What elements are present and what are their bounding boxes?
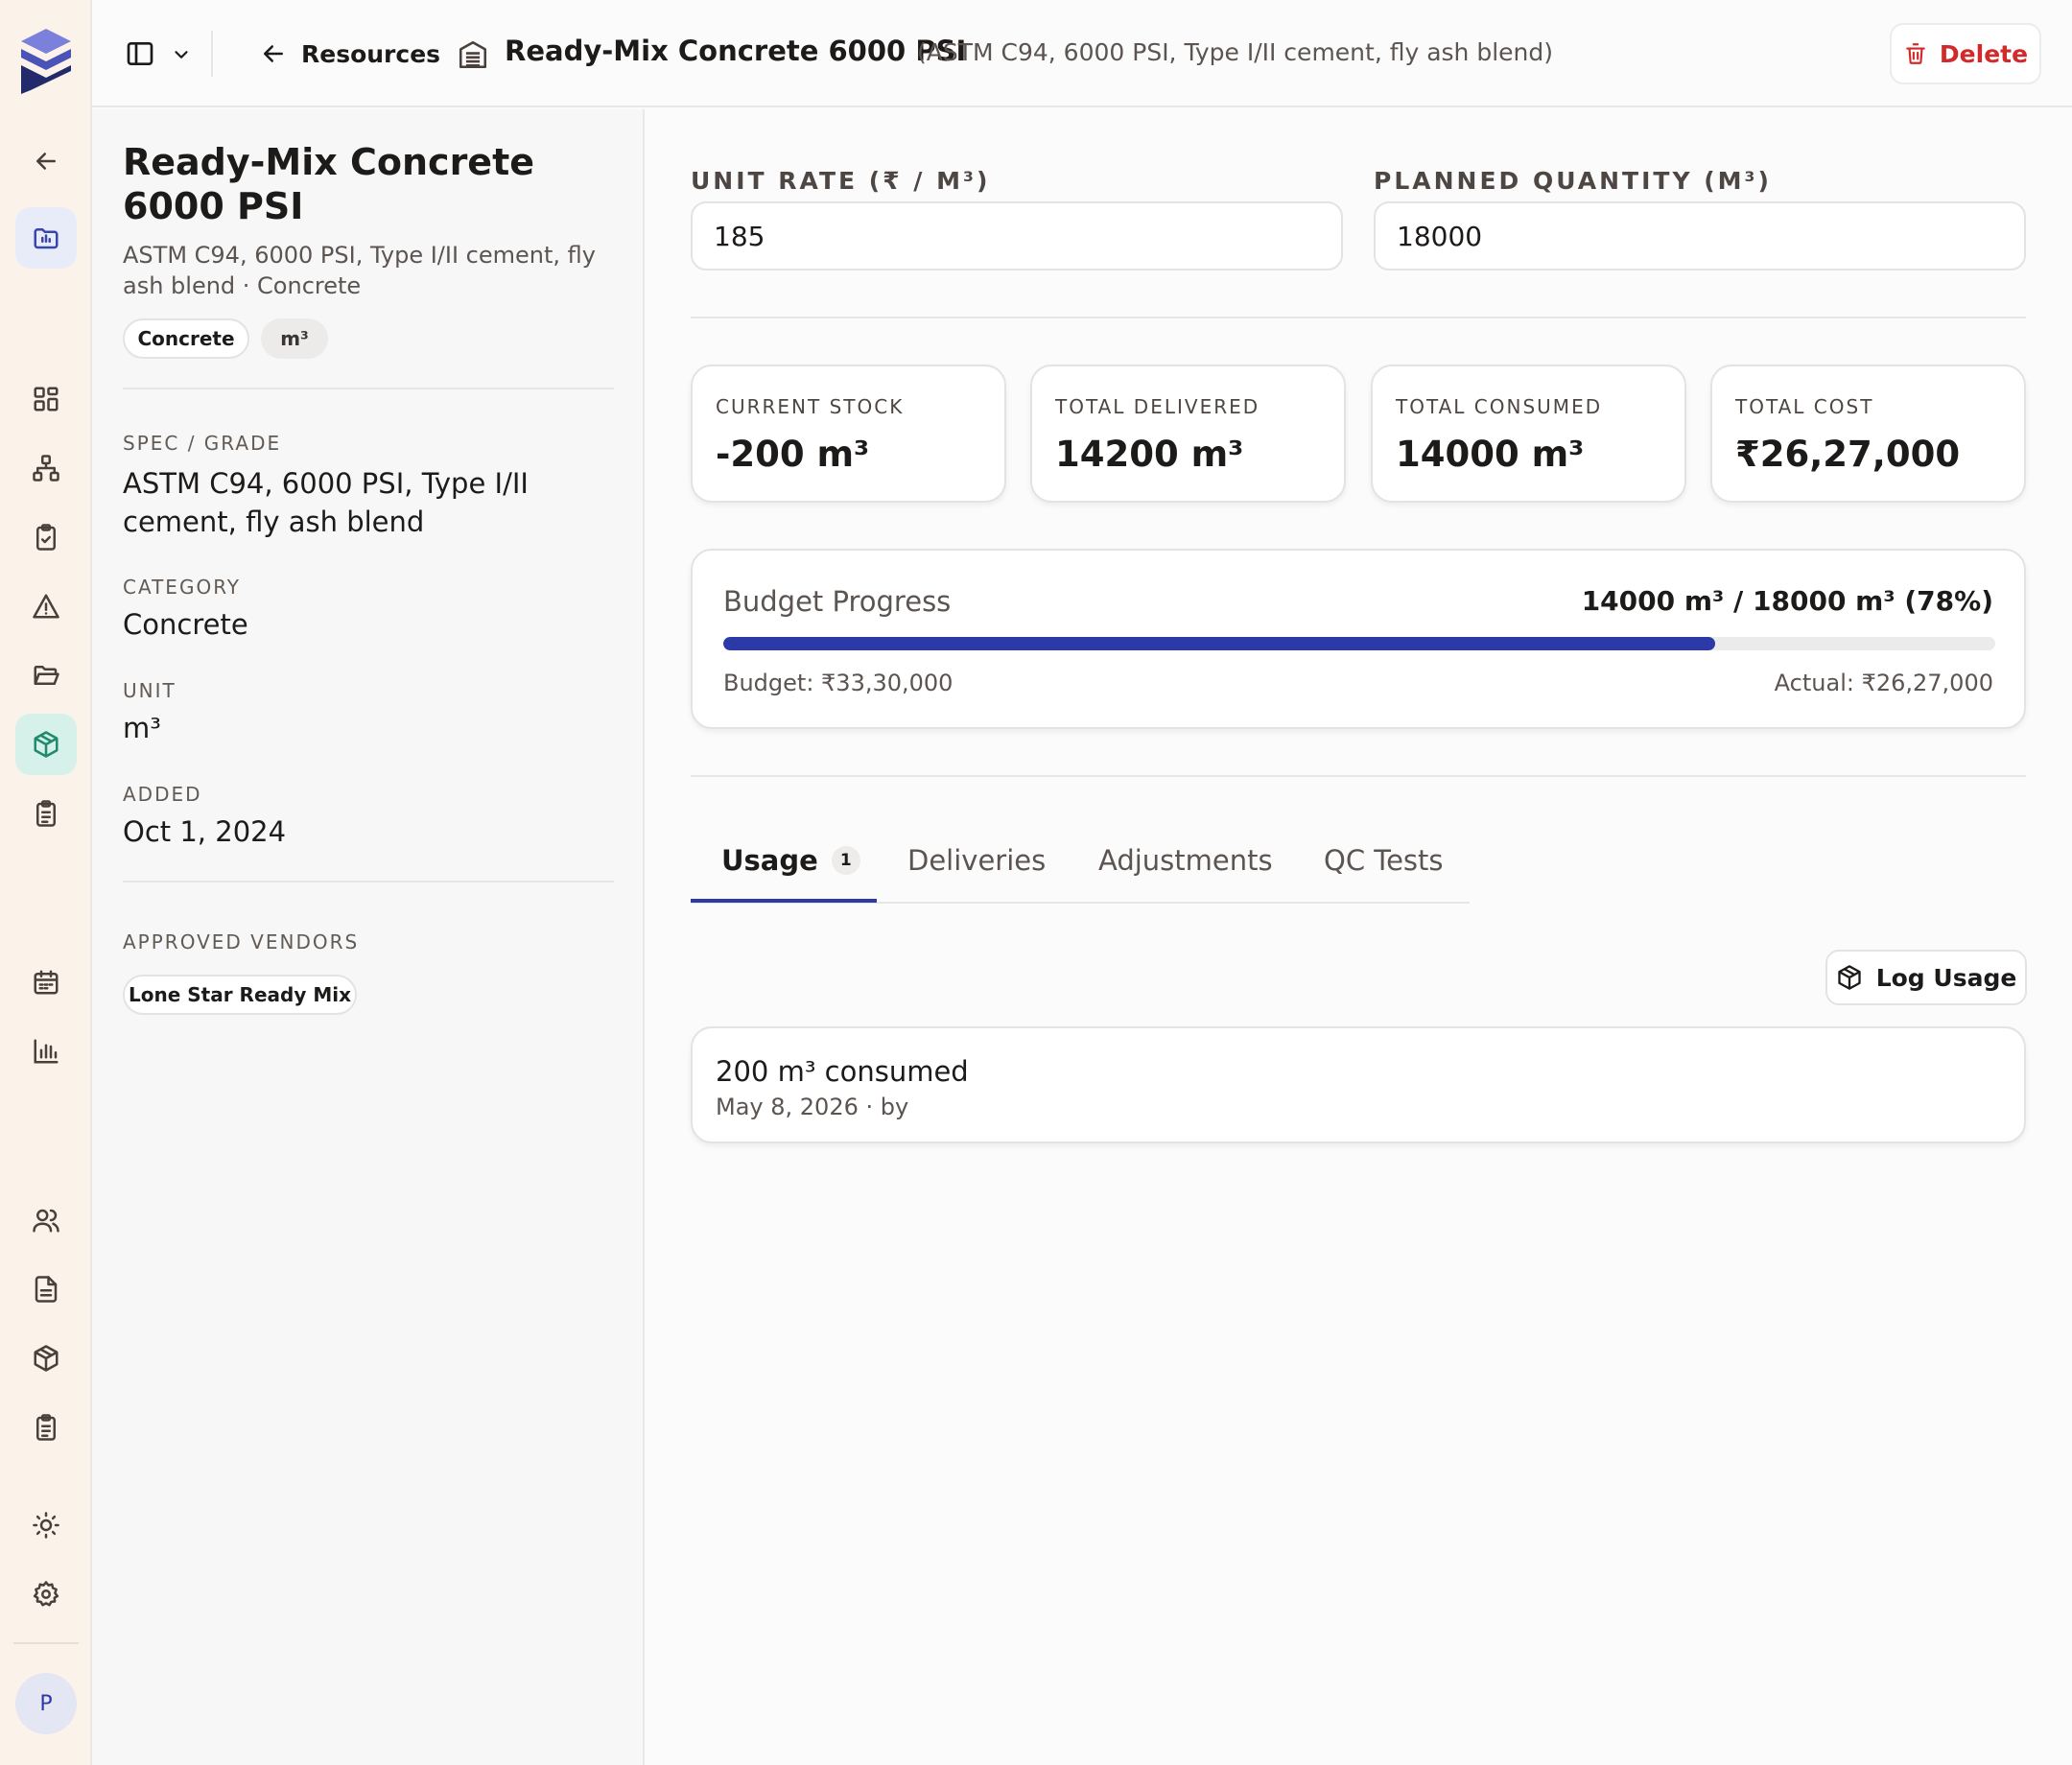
resource-description: ASTM C94, 6000 PSI, Type I/II cement, fl… — [123, 242, 596, 299]
app-logo[interactable] — [19, 27, 73, 94]
sun-icon[interactable] — [23, 1502, 69, 1548]
category-value: Concrete — [123, 608, 248, 641]
budget-summary: 14000 m³ / 18000 m³ (78%) — [1581, 585, 1993, 617]
unit-rate-input[interactable]: 185 — [691, 201, 1343, 271]
unit-value: m³ — [123, 712, 161, 744]
vendor-chip: Lone Star Ready Mix — [123, 975, 357, 1015]
back-to-resources-link[interactable]: Resources — [259, 35, 440, 73]
stat-label: TOTAL DELIVERED — [1055, 395, 1260, 418]
checklist-icon[interactable] — [23, 1404, 69, 1450]
tab-deliveries[interactable]: Deliveries — [907, 844, 1046, 877]
tab-count-badge: 1 — [831, 846, 860, 875]
vendors-label: APPROVED VENDORS — [123, 930, 360, 953]
resource-detail-pane: Ready-Mix Concrete 6000 PSI ASTM C94, 60… — [92, 109, 645, 1765]
log-usage-button[interactable]: Log Usage — [1825, 950, 2027, 1005]
stat-value: 14000 m³ — [1396, 434, 1585, 475]
stat-label: TOTAL COST — [1735, 395, 1874, 418]
category-label: CATEGORY — [123, 576, 242, 599]
toggle-sidebar-button[interactable] — [125, 38, 155, 69]
budget-progress-fill — [723, 637, 1716, 650]
stat-label: CURRENT STOCK — [716, 395, 905, 418]
avatar-initial: P — [39, 1691, 53, 1716]
added-value: Oct 1, 2024 — [123, 815, 287, 848]
spec-value: ASTM C94, 6000 PSI, Type I/II cement, fl… — [123, 467, 529, 538]
arrow-left-icon — [264, 45, 283, 62]
budget-title: Budget Progress — [723, 585, 952, 618]
building-icon — [457, 38, 489, 71]
divider — [123, 388, 614, 389]
section-divider — [691, 775, 2026, 777]
bar-chart-icon[interactable] — [23, 1028, 69, 1074]
stat-card-total-cost: TOTAL COST ₹26,27,000 — [1710, 365, 2026, 503]
header-divider — [211, 31, 213, 77]
clipboard-list-icon[interactable] — [23, 790, 69, 836]
user-avatar[interactable]: P — [15, 1673, 77, 1734]
folder-open-icon[interactable] — [23, 652, 69, 698]
settings-gear-icon[interactable] — [23, 1571, 69, 1617]
back-arrow-icon[interactable] — [23, 138, 69, 184]
trash-icon — [1906, 43, 1925, 64]
package-icon[interactable] — [23, 1335, 69, 1381]
calendar-icon[interactable] — [23, 959, 69, 1005]
unit-label: UNIT — [123, 679, 177, 702]
tab-adjustments[interactable]: Adjustments — [1098, 844, 1273, 877]
stat-card-total-consumed: TOTAL CONSUMED 14000 m³ — [1371, 365, 1686, 503]
budget-progress-card: Budget Progress 14000 m³ / 18000 m³ (78%… — [691, 549, 2026, 729]
package-icon — [1838, 965, 1861, 990]
tag-category: Concrete — [123, 318, 249, 359]
stat-label: TOTAL CONSUMED — [1396, 395, 1603, 418]
stat-card-total-delivered: TOTAL DELIVERED 14200 m³ — [1030, 365, 1346, 503]
document-icon[interactable] — [23, 1266, 69, 1312]
log-usage-label: Log Usage — [1875, 963, 2017, 992]
stat-value: ₹26,27,000 — [1735, 434, 1961, 475]
tab-usage[interactable]: Usage 1 — [721, 844, 860, 877]
stat-card-current-stock: CURRENT STOCK -200 m³ — [691, 365, 1006, 503]
stat-value: 14200 m³ — [1055, 434, 1244, 475]
warning-icon[interactable] — [23, 583, 69, 629]
project-dashboard-icon[interactable] — [15, 207, 77, 269]
budget-progress-track — [723, 637, 1995, 650]
header-title: Ready-Mix Concrete 6000 PSI — [505, 35, 967, 67]
delete-label: Delete — [1939, 39, 2029, 68]
users-icon[interactable] — [23, 1197, 69, 1243]
added-label: ADDED — [123, 783, 202, 806]
section-divider — [691, 317, 2026, 318]
rail-divider — [13, 1642, 79, 1644]
header-subtitle: (ASTM C94, 6000 PSI, Type I/II cement, f… — [917, 38, 1554, 66]
chevron-down-icon[interactable] — [171, 44, 192, 65]
app-nav-rail: P — [0, 0, 92, 1765]
spec-label: SPEC / GRADE — [123, 432, 282, 455]
actual-amount: Actual: ₹26,27,000 — [1774, 670, 1993, 696]
budget-amount: Budget: ₹33,30,000 — [723, 670, 954, 696]
grid-icon[interactable] — [23, 376, 69, 422]
org-chart-icon[interactable] — [23, 445, 69, 491]
delete-button[interactable]: Delete — [1890, 23, 2041, 84]
planned-quantity-label: PLANNED QUANTITY (M³) — [1374, 167, 1772, 195]
tab-active-underline — [691, 899, 877, 903]
usage-entry-card[interactable]: 200 m³ consumed May 8, 2026 · by — [691, 1026, 2026, 1143]
tag-unit: m³ — [261, 318, 328, 359]
resource-name: Ready-Mix Concrete 6000 PSI — [123, 141, 535, 227]
planned-quantity-input[interactable]: 18000 — [1374, 201, 2026, 271]
tab-label: Usage — [721, 844, 818, 877]
inventory-box-icon[interactable] — [15, 714, 77, 775]
stat-value: -200 m³ — [716, 434, 870, 475]
divider — [123, 881, 614, 882]
clipboard-check-icon[interactable] — [23, 514, 69, 560]
back-link-label: Resources — [301, 39, 441, 68]
tab-qc-tests[interactable]: QC Tests — [1324, 844, 1444, 877]
unit-rate-label: UNIT RATE (₹ / M³) — [691, 167, 991, 195]
usage-entry-meta: May 8, 2026 · by — [716, 1094, 909, 1120]
top-header: Resources Ready-Mix Concrete 6000 PSI (A… — [92, 0, 2072, 107]
usage-entry-title: 200 m³ consumed — [716, 1055, 969, 1088]
